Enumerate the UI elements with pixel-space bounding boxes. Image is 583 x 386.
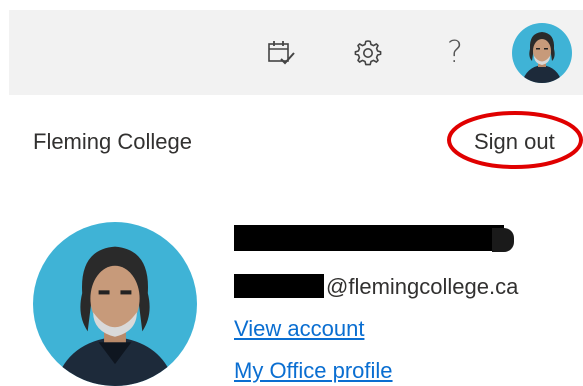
help-icon[interactable]: ? xyxy=(437,10,473,95)
gear-icon[interactable] xyxy=(345,10,391,95)
sign-out-link[interactable]: Sign out xyxy=(474,129,555,155)
redacted-name-tail xyxy=(492,228,514,252)
calendar-check-icon[interactable] xyxy=(259,10,303,95)
avatar[interactable] xyxy=(512,23,572,83)
organization-name: Fleming College xyxy=(33,129,192,154)
help-glyph: ? xyxy=(447,34,463,70)
email-domain: @flemingcollege.ca xyxy=(326,274,519,299)
redacted-email-user xyxy=(234,274,324,298)
view-account-link[interactable]: View account xyxy=(234,316,364,342)
profile-photo xyxy=(33,222,197,386)
top-bar: ? xyxy=(9,10,583,95)
account-panel: Fleming College Sign out @flemingcollege… xyxy=(0,95,583,386)
redacted-name xyxy=(234,225,504,251)
office-profile-link[interactable]: My Office profile xyxy=(234,358,393,384)
